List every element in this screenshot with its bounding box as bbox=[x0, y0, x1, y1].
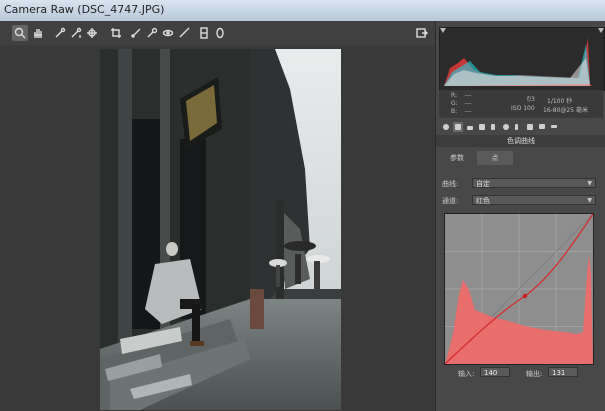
histogram bbox=[439, 27, 605, 91]
tab-parametric[interactable]: 参数 bbox=[439, 151, 475, 165]
tone-curve-editor[interactable] bbox=[444, 213, 594, 365]
curve-subtabs: 参数 点 bbox=[439, 151, 603, 165]
g-label: G: bbox=[451, 100, 458, 107]
radial-filter-icon[interactable] bbox=[212, 25, 228, 41]
output-label: 输出: bbox=[526, 370, 543, 378]
window-title: Camera Raw (DSC_4747.JPG) bbox=[4, 3, 165, 16]
chevron-down-icon: ▼ bbox=[587, 180, 592, 187]
redeye-icon[interactable] bbox=[160, 25, 176, 41]
iso-value: ISO 100 bbox=[511, 105, 535, 112]
shutter-value: 1/100 秒 bbox=[547, 98, 573, 105]
image-canvas[interactable] bbox=[0, 45, 435, 411]
target-adjust-icon[interactable] bbox=[84, 25, 100, 41]
zoom-icon[interactable] bbox=[12, 25, 28, 41]
section-title: 色调曲线 bbox=[436, 135, 605, 147]
chevron-down-icon: ▼ bbox=[587, 197, 592, 204]
input-output-row: 输入: 140 输出: 131 bbox=[442, 367, 602, 379]
curve-select[interactable]: 自定 ▼ bbox=[472, 178, 596, 188]
r-label: R: bbox=[451, 92, 458, 99]
channel-select[interactable]: 红色 ▼ bbox=[472, 195, 596, 205]
lens-panel-icon[interactable] bbox=[501, 122, 511, 132]
exif-info: R: --- G: --- B: --- f/3 1/100 秒 ISO 100… bbox=[439, 90, 603, 118]
crop-icon[interactable] bbox=[108, 25, 124, 41]
snapshots-panel-icon[interactable] bbox=[549, 122, 559, 132]
hsl-panel-icon[interactable] bbox=[477, 122, 487, 132]
split-toning-panel-icon[interactable] bbox=[489, 122, 499, 132]
photo-preview bbox=[100, 49, 341, 410]
basic-panel-icon[interactable] bbox=[441, 122, 451, 132]
b-label: B: bbox=[451, 108, 458, 115]
tone-curve-panel-icon[interactable] bbox=[453, 122, 463, 132]
graduated-filter-icon[interactable] bbox=[196, 25, 212, 41]
lens-value: 16-80@25 毫米 bbox=[543, 107, 588, 114]
camera-calibration-panel-icon[interactable] bbox=[525, 122, 535, 132]
presets-panel-icon[interactable] bbox=[537, 122, 547, 132]
r-value: --- bbox=[465, 92, 472, 99]
curve-row: 曲线: 自定 ▼ bbox=[442, 178, 602, 189]
eyedropper-icon[interactable] bbox=[52, 25, 68, 41]
curve-label: 曲线: bbox=[442, 180, 459, 188]
b-value: --- bbox=[465, 108, 472, 115]
brush-icon[interactable] bbox=[176, 25, 192, 41]
input-field[interactable]: 140 bbox=[480, 367, 510, 377]
curve-select-value: 自定 bbox=[476, 180, 490, 188]
detail-panel-icon[interactable] bbox=[465, 122, 475, 132]
panel-tabs bbox=[439, 122, 603, 134]
channel-label: 通道: bbox=[442, 197, 459, 205]
straighten-icon[interactable] bbox=[128, 25, 144, 41]
tone-curve-graph bbox=[444, 213, 594, 365]
window-titlebar: Camera Raw (DSC_4747.JPG) bbox=[0, 0, 605, 21]
channel-select-value: 红色 bbox=[476, 197, 490, 205]
histogram-graph bbox=[440, 28, 604, 86]
channel-row: 通道: 红色 ▼ bbox=[442, 195, 602, 206]
tab-point[interactable]: 点 bbox=[477, 151, 513, 165]
street-photo bbox=[100, 49, 341, 410]
g-value: --- bbox=[465, 100, 472, 107]
aperture-value: f/3 bbox=[527, 96, 535, 103]
input-label: 输入: bbox=[458, 370, 475, 378]
hand-icon[interactable] bbox=[30, 25, 46, 41]
color-sampler-icon[interactable] bbox=[68, 25, 84, 41]
open-preferences-icon[interactable] bbox=[414, 25, 430, 41]
effects-panel-icon[interactable] bbox=[513, 122, 523, 132]
output-field[interactable]: 131 bbox=[548, 367, 578, 377]
spot-removal-icon[interactable] bbox=[144, 25, 160, 41]
right-panel: R: --- G: --- B: --- f/3 1/100 秒 ISO 100… bbox=[435, 21, 605, 411]
